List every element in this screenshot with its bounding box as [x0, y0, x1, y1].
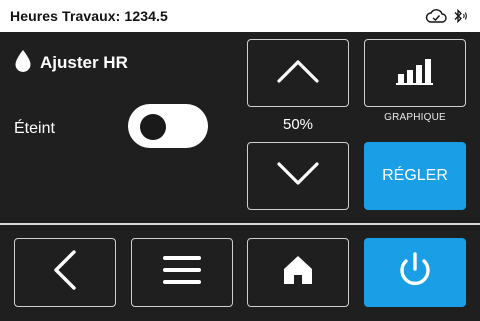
status-bar: Heures Travaux: 1234.5 [0, 0, 480, 32]
power-button[interactable] [364, 238, 466, 307]
chevron-up-icon [276, 58, 320, 89]
graph-label: GRAPHIQUE [384, 112, 446, 123]
humidity-value: 50% [282, 116, 314, 133]
status-icons [425, 8, 468, 24]
bluetooth-icon [452, 8, 468, 24]
set-button[interactable]: RÉGLER [364, 142, 466, 210]
home-button[interactable] [247, 238, 349, 307]
power-toggle[interactable] [128, 104, 208, 148]
toggle-knob [140, 114, 166, 140]
divider [0, 223, 480, 225]
home-icon [282, 254, 314, 291]
menu-button[interactable] [131, 238, 233, 307]
hamburger-menu-icon [161, 253, 203, 292]
work-hours-label: Heures Travaux: 1234.5 [10, 8, 168, 24]
back-arrow-icon [52, 249, 78, 296]
power-state-label: Éteint [14, 120, 55, 137]
graph-button[interactable] [364, 39, 466, 107]
panel-title-text: Ajuster HR [40, 53, 128, 72]
back-button[interactable] [14, 238, 116, 307]
cloud-check-icon [425, 8, 447, 24]
bar-chart-icon [396, 56, 434, 91]
decrease-button[interactable] [247, 142, 349, 210]
power-icon [395, 250, 435, 295]
panel-title: Ajuster HR [14, 49, 128, 78]
increase-button[interactable] [247, 39, 349, 107]
droplet-icon [14, 49, 32, 78]
chevron-down-icon [276, 161, 320, 192]
